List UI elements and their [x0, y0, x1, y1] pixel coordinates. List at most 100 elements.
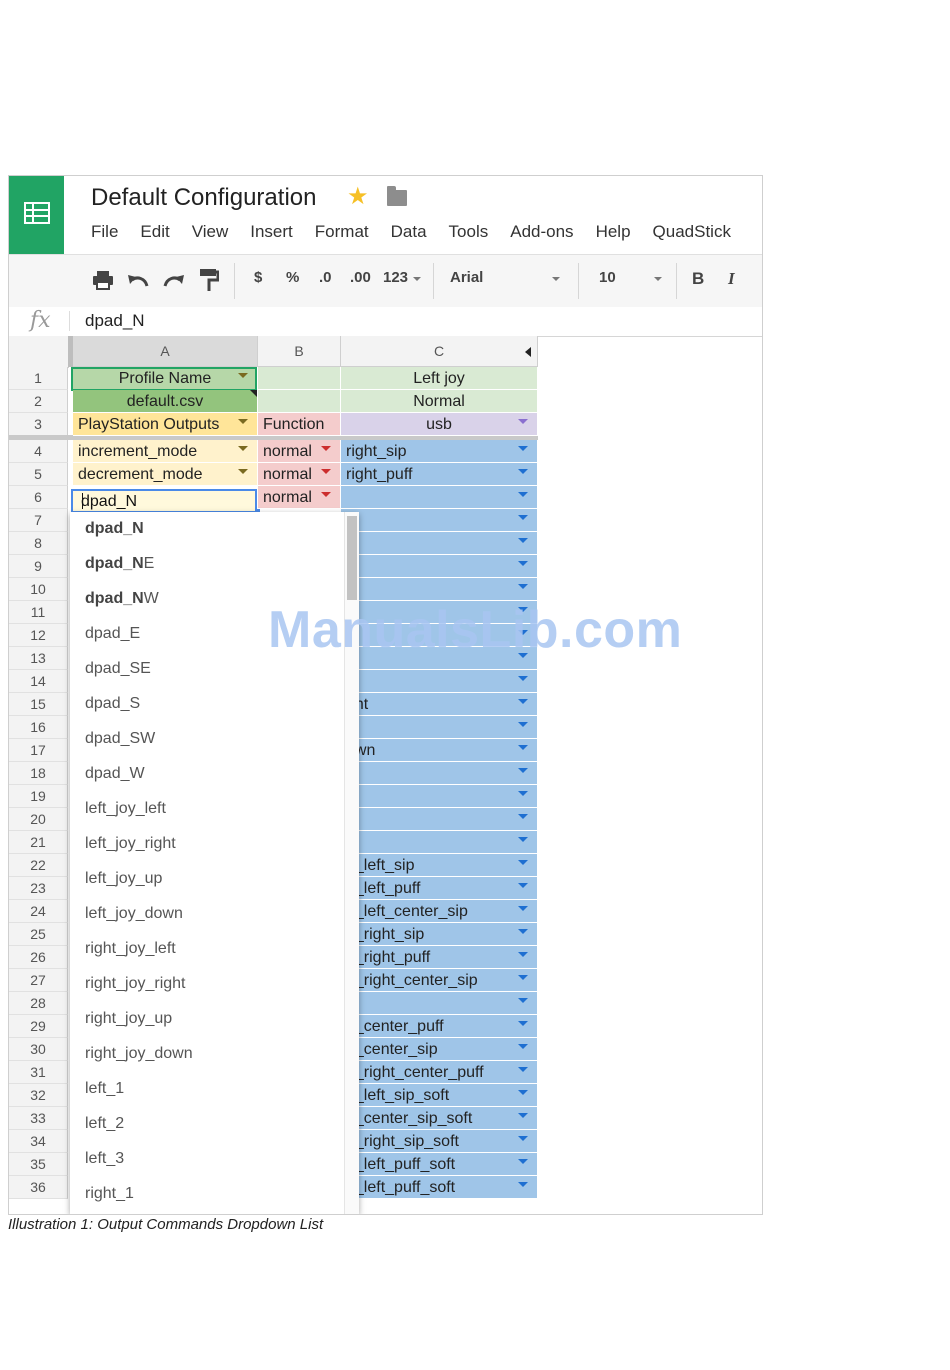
cell-c6[interactable] [341, 486, 538, 509]
increase-decimal-button[interactable]: .00 [350, 269, 371, 286]
cell-a5[interactable]: decrement_mode [73, 463, 258, 486]
cell-c18[interactable] [341, 762, 538, 785]
row-header[interactable]: 31 [9, 1061, 68, 1084]
font-size-arrow-icon[interactable] [654, 277, 662, 281]
cell-b1[interactable] [258, 367, 341, 390]
autocomplete-option[interactable]: left_joy_down [85, 905, 183, 923]
cell-c9[interactable] [341, 555, 538, 578]
dropdown-arrow-icon[interactable] [518, 492, 528, 497]
dropdown-arrow-icon[interactable] [518, 906, 528, 911]
row-header[interactable]: 30 [9, 1038, 68, 1061]
dropdown-arrow-icon[interactable] [518, 722, 528, 727]
cell-b6[interactable]: normal [258, 486, 341, 509]
font-select[interactable]: Arial [450, 269, 483, 286]
row-header[interactable]: 24 [9, 900, 68, 923]
cell-c31[interactable]: p_right_center_puff [341, 1061, 538, 1084]
dropdown-arrow-icon[interactable] [518, 883, 528, 888]
row-header[interactable]: 27 [9, 969, 68, 992]
cell-c15[interactable]: ght [341, 693, 538, 716]
autocomplete-option[interactable]: dpad_SW [85, 730, 155, 748]
dropdown-arrow-icon[interactable] [518, 538, 528, 543]
row-header[interactable]: 15 [9, 693, 68, 716]
menu-help[interactable]: Help [596, 222, 631, 244]
folder-icon[interactable] [387, 186, 407, 206]
column-header-a[interactable]: A [73, 336, 258, 367]
row-header[interactable]: 22 [9, 854, 68, 877]
dropdown-arrow-icon[interactable] [518, 768, 528, 773]
dropdown-arrow-icon[interactable] [518, 975, 528, 980]
cell-c16[interactable]: p [341, 716, 538, 739]
cell-c30[interactable]: p_center_sip [341, 1038, 538, 1061]
cell-a4[interactable]: increment_mode [73, 440, 258, 463]
autocomplete-option[interactable]: dpad_NE [85, 555, 154, 573]
dropdown-arrow-icon[interactable] [518, 1044, 528, 1049]
cell-c1[interactable]: Left joy [341, 367, 538, 390]
cell-b3[interactable]: Function [258, 413, 341, 436]
row-header[interactable]: 25 [9, 923, 68, 946]
cell-c7[interactable] [341, 509, 538, 532]
cell-c24[interactable]: p_left_center_sip [341, 900, 538, 923]
autocomplete-option[interactable]: right_joy_left [85, 940, 176, 958]
decrease-decimal-button[interactable]: .0 [319, 269, 332, 286]
row-header[interactable]: 10 [9, 578, 68, 601]
dropdown-arrow-icon[interactable] [518, 952, 528, 957]
autocomplete-option[interactable]: left_joy_up [85, 870, 162, 888]
autocomplete-option[interactable]: left_2 [85, 1115, 124, 1133]
menu-tools[interactable]: Tools [449, 222, 489, 244]
row-header[interactable]: 11 [9, 601, 68, 624]
dropdown-arrow-icon[interactable] [518, 1021, 528, 1026]
menu-insert[interactable]: Insert [250, 222, 293, 244]
autocomplete-option[interactable]: right_joy_down [85, 1045, 193, 1063]
menu-view[interactable]: View [192, 222, 229, 244]
dropdown-arrow-icon[interactable] [518, 929, 528, 934]
autocomplete-option[interactable]: left_1 [85, 1080, 124, 1098]
menu-edit[interactable]: Edit [140, 222, 169, 244]
dropdown-arrow-icon[interactable] [321, 446, 331, 451]
row-header[interactable]: 3 [9, 413, 68, 436]
number-format-button[interactable]: 123 [383, 269, 408, 286]
row-header[interactable]: 19 [9, 785, 68, 808]
cell-c17[interactable]: own [341, 739, 538, 762]
row-header[interactable]: 8 [9, 532, 68, 555]
dropdown-scroll-thumb[interactable] [347, 516, 357, 600]
font-select-arrow-icon[interactable] [552, 277, 560, 281]
cell-c19[interactable] [341, 785, 538, 808]
cell-c3[interactable]: usb [341, 413, 538, 436]
dropdown-arrow-icon[interactable] [321, 469, 331, 474]
dropdown-arrow-icon[interactable] [518, 584, 528, 589]
row-header[interactable]: 9 [9, 555, 68, 578]
cell-c22[interactable]: p_left_sip [341, 854, 538, 877]
number-format-arrow-icon[interactable] [413, 277, 421, 281]
dropdown-arrow-icon[interactable] [518, 745, 528, 750]
row-header[interactable]: 23 [9, 877, 68, 900]
dropdown-arrow-icon[interactable] [518, 419, 528, 424]
cell-b5[interactable]: normal [258, 463, 341, 486]
percent-format-button[interactable]: % [286, 269, 299, 286]
row-header[interactable]: 13 [9, 647, 68, 670]
cell-c20[interactable] [341, 808, 538, 831]
row-header[interactable]: 16 [9, 716, 68, 739]
cell-c33[interactable]: p_center_sip_soft [341, 1107, 538, 1130]
cell-c21[interactable] [341, 831, 538, 854]
dropdown-arrow-icon[interactable] [238, 446, 248, 451]
row-header[interactable]: 26 [9, 946, 68, 969]
row-header[interactable]: 28 [9, 992, 68, 1015]
dropdown-arrow-icon[interactable] [321, 492, 331, 497]
cell-a3[interactable]: PlayStation Outputs [73, 413, 258, 436]
formula-input[interactable]: dpad_N [85, 311, 145, 331]
star-icon[interactable]: ★ [347, 185, 369, 209]
dropdown-arrow-icon[interactable] [518, 1090, 528, 1095]
undo-icon[interactable] [127, 272, 149, 288]
cell-c36[interactable]: p_left_puff_soft [341, 1176, 538, 1199]
dropdown-arrow-icon[interactable] [238, 469, 248, 474]
row-header[interactable]: 5 [9, 463, 68, 486]
autocomplete-option[interactable]: dpad_SE [85, 660, 151, 678]
cell-c25[interactable]: p_right_sip [341, 923, 538, 946]
row-header[interactable]: 17 [9, 739, 68, 762]
dropdown-arrow-icon[interactable] [518, 1067, 528, 1072]
row-header[interactable]: 2 [9, 390, 68, 413]
collapse-panel-icon[interactable] [525, 347, 531, 357]
cell-b2[interactable] [258, 390, 341, 413]
menu-file[interactable]: File [91, 222, 118, 244]
cell-a2[interactable]: default.csv [73, 390, 258, 413]
